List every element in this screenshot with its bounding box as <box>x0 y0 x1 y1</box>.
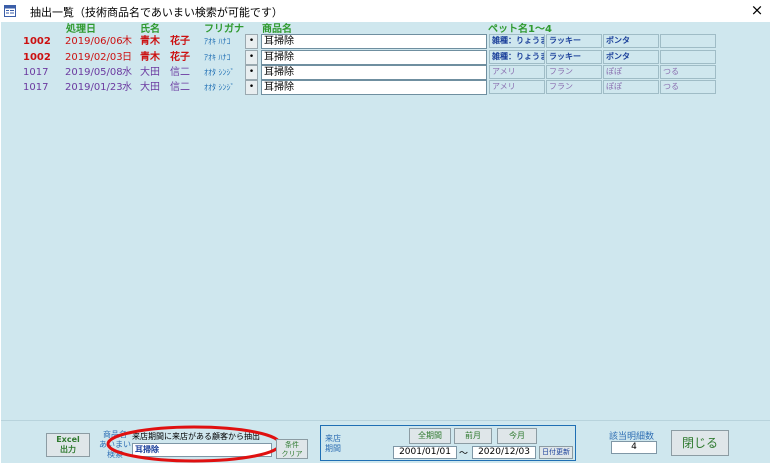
update-date-button[interactable]: 日付更新 <box>539 446 573 459</box>
header-kana: フリガナ <box>204 24 244 35</box>
row-detail-button[interactable]: • <box>245 50 258 65</box>
date-range-tilde: 〜 <box>459 449 469 459</box>
row-weekday: 木 <box>122 36 132 47</box>
row-kana: ｱｵｷ ﾊﾅｺ <box>204 37 231 46</box>
period-label-line1: 来店 <box>325 434 341 443</box>
row-name: 大田 信二 <box>140 67 190 78</box>
row-date: 2019/02/03 <box>65 52 123 63</box>
row-weekday: 水 <box>122 67 132 78</box>
clear-conditions-button[interactable]: 条件 クリア <box>276 439 308 459</box>
row-weekday: 日 <box>122 52 132 63</box>
row-product-field[interactable]: 耳掃除 <box>261 65 487 80</box>
row-date: 2019/05/08 <box>65 67 123 78</box>
row-name: 青木 花子 <box>140 36 190 47</box>
period-label-line2: 期間 <box>325 444 341 453</box>
row-pet-name: アメリ <box>489 65 545 79</box>
row-customer-id: 1017 <box>23 82 49 93</box>
row-pet-name: つる <box>660 80 716 94</box>
export-label: 出力 <box>60 445 76 454</box>
row-pet-name: 雑種：りょうま <box>489 34 545 48</box>
row-name: 青木 花子 <box>140 52 190 63</box>
row-name: 大田 信二 <box>140 82 190 93</box>
row-pet-name: ラッキー <box>546 50 602 64</box>
header-product: 商品名 <box>262 24 292 35</box>
row-pet-name: つる <box>660 65 716 79</box>
row-pet-name: ぽぽ <box>603 65 659 79</box>
visit-period-label: 来店 期間 <box>325 434 341 454</box>
date-to-input[interactable]: 2020/12/03 <box>472 446 536 459</box>
record-list: 処理日 氏名 フリガナ 商品名 ペット名1〜4 1002 2019/06/06 木青… <box>1 22 770 420</box>
excel-export-button[interactable]: Excel 出力 <box>46 433 90 457</box>
row-detail-button[interactable]: • <box>245 80 258 95</box>
row-detail-button[interactable]: • <box>245 65 258 80</box>
footer-panel: Excel 出力 商品名 あいまい 検索 来店期間に来店がある顧客から抽出 耳掃… <box>1 420 770 463</box>
row-detail-button[interactable]: • <box>245 34 258 49</box>
highlight-circle <box>106 425 282 463</box>
row-pet-name: ぽぽ <box>603 80 659 94</box>
title-bar: 抽出一覧（技術商品名であいまい検索が可能です） × <box>0 0 771 22</box>
row-pet-name: ポンタ <box>603 34 659 48</box>
row-pet-name <box>660 34 716 48</box>
clear-label-line2: クリア <box>281 450 303 458</box>
this-month-button[interactable]: 今月 <box>497 428 537 444</box>
excel-label: Excel <box>56 435 80 444</box>
row-pet-name: アメリ <box>489 80 545 94</box>
row-pet-name: フラン <box>546 65 602 79</box>
clear-label-line1: 条件 <box>285 441 299 449</box>
row-kana: ｵｵﾀ ｼﾝｼﾞ <box>204 83 235 92</box>
row-customer-id: 1017 <box>23 67 49 78</box>
match-count-value: 4 <box>611 441 657 454</box>
window-title: 抽出一覧（技術商品名であいまい検索が可能です） <box>30 6 283 19</box>
row-product-field[interactable]: 耳掃除 <box>261 50 487 65</box>
header-date: 処理日 <box>66 24 96 35</box>
row-customer-id: 1002 <box>23 52 51 63</box>
row-pet-name: ラッキー <box>546 34 602 48</box>
date-from-input[interactable]: 2001/01/01 <box>393 446 457 459</box>
row-kana: ｱｵｷ ﾊﾅｺ <box>204 53 231 62</box>
row-date: 2019/01/23 <box>65 82 123 93</box>
row-pet-name: フラン <box>546 80 602 94</box>
close-button[interactable]: 閉じる <box>671 430 729 456</box>
row-customer-id: 1002 <box>23 36 51 47</box>
all-period-button[interactable]: 全期間 <box>409 428 451 444</box>
row-kana: ｵｵﾀ ｼﾝｼﾞ <box>204 68 235 77</box>
row-pet-name: ポンタ <box>603 50 659 64</box>
row-pet-name <box>660 50 716 64</box>
row-date: 2019/06/06 <box>65 36 123 47</box>
row-product-field[interactable]: 耳掃除 <box>261 34 487 49</box>
header-pets: ペット名1〜4 <box>488 24 552 35</box>
close-window-icon[interactable]: × <box>748 1 766 19</box>
header-name: 氏名 <box>140 24 160 35</box>
prev-month-button[interactable]: 前月 <box>454 428 492 444</box>
row-product-field[interactable]: 耳掃除 <box>261 80 487 95</box>
visit-period-group: 来店 期間 全期間 前月 今月 2001/01/01 〜 2020/12/03 … <box>320 425 576 461</box>
row-pet-name: 雑種：りょうま <box>489 50 545 64</box>
form-icon <box>4 5 16 17</box>
row-weekday: 水 <box>122 82 132 93</box>
